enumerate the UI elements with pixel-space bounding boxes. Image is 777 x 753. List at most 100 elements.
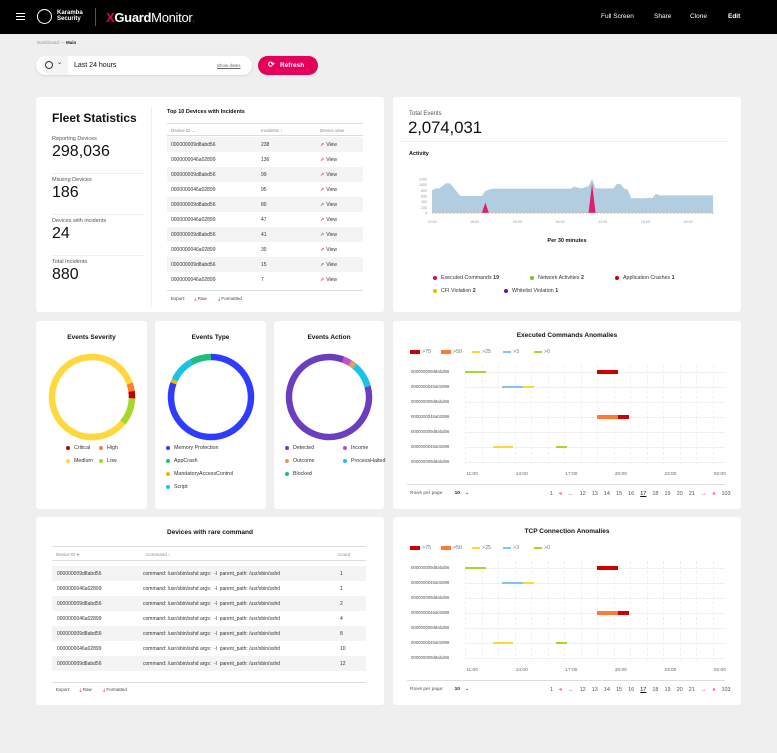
donut-slice-high[interactable] [44,349,140,445]
anomaly-bar[interactable] [492,446,514,448]
legend-item[interactable]: MandatoryAccessControl [166,471,233,477]
anomaly-bar[interactable] [597,415,618,419]
anomaly-bar[interactable] [465,371,486,373]
legend-item[interactable]: Low [99,458,117,464]
legend-item[interactable]: Script [166,484,188,490]
view-device-link[interactable]: ⇗ View [320,247,337,253]
column-device-id[interactable]: Device ID ▾ [56,552,79,558]
legend-item[interactable]: Application Crashes 1 [615,275,675,281]
legend-item[interactable]: High [99,445,118,451]
page-link[interactable]: 21 [689,687,695,693]
legend-item[interactable]: >75 [410,545,431,551]
legend-item[interactable]: Outcome [285,458,315,464]
menu-icon[interactable] [16,13,25,20]
legend-item[interactable]: >50 [441,545,462,551]
clone-button[interactable]: Clone [690,13,707,20]
view-device-link[interactable]: ⇗ View [320,157,337,163]
donut-slice-script[interactable] [163,349,259,445]
page-link[interactable]: 15 [616,687,622,693]
export-raw-link[interactable]: ⤓ Raw [195,296,207,301]
legend-item[interactable]: Detected [285,445,314,451]
page-link[interactable]: 20 [677,491,683,497]
view-device-link[interactable]: ⇗ View [320,187,337,193]
legend-item[interactable]: >25 [472,545,491,551]
full-screen-button[interactable]: Full Screen [601,13,634,20]
legend-item[interactable]: Medium [66,458,93,464]
page-link[interactable]: 16 [628,491,634,497]
anomaly-bar[interactable] [597,566,618,570]
anomaly-bar[interactable] [492,642,514,644]
donut-slice-detected[interactable] [281,349,377,445]
view-device-link[interactable]: ⇗ View [320,277,337,283]
legend-item[interactable]: Executed Commands 19 [433,275,499,281]
page-link[interactable]: 1 [550,491,553,497]
legend-item[interactable]: Network Activities 2 [530,275,584,281]
column-incidents[interactable]: Incidents ↕ [261,128,283,133]
anomaly-bar[interactable] [555,446,567,448]
anomaly-bar[interactable] [522,386,534,388]
page-link[interactable]: 17 [640,491,646,497]
export-formatted-link[interactable]: ⤓ Formatted [218,296,242,301]
column-command[interactable]: Command ↕ [146,552,170,557]
donut-slice-appcrash[interactable] [163,349,259,445]
anomaly-bar[interactable] [597,370,618,374]
anomaly-bar[interactable] [555,642,567,644]
page-link[interactable]: 13 [592,687,598,693]
legend-item[interactable]: Blocked [285,471,312,477]
page-link[interactable]: 18 [652,491,658,497]
page-link[interactable]: 14 [604,687,610,693]
anomaly-bar[interactable] [597,611,618,615]
donut-slice-income[interactable] [281,349,377,445]
donut-slice-outcome[interactable] [281,349,377,445]
page-link[interactable]: 103 [721,687,730,693]
view-device-link[interactable]: ⇗ View [320,217,337,223]
page-nav-icon[interactable]: « [559,491,562,497]
view-device-link[interactable]: ⇗ View [320,232,337,238]
share-button[interactable]: Share [654,13,671,20]
export-raw-link[interactable]: ⤓ Raw [80,687,92,692]
legend-item[interactable]: >75 [410,349,431,355]
anomaly-bar[interactable] [522,582,534,584]
page-nav-icon[interactable]: ← [568,687,574,693]
donut-slice-mandatoryaccesscontrol[interactable] [163,349,259,445]
rows-per-page-select[interactable]: 10 ⌄ [452,491,472,496]
page-link[interactable]: 20 [677,687,683,693]
page-link[interactable]: 1 [550,687,553,693]
legend-item[interactable]: AppCrash [166,458,198,464]
anomaly-bar[interactable] [502,386,523,388]
donut-slice-medium[interactable] [44,349,140,445]
refresh-button[interactable]: ⟳ Refresh [258,56,318,75]
anomaly-bar[interactable] [465,567,486,569]
anomaly-bar[interactable] [617,415,629,419]
legend-item[interactable]: >3 [503,349,519,355]
anomaly-bar[interactable] [617,611,629,615]
show-dates-link[interactable]: Show dates [217,63,241,68]
legend-item[interactable]: >25 [472,349,491,355]
page-nav-icon[interactable]: » [712,491,715,497]
page-nav-icon[interactable]: → [701,687,707,693]
view-device-link[interactable]: ⇗ View [320,172,337,178]
page-link[interactable]: 21 [689,491,695,497]
legend-item[interactable]: Whitelist Violation 1 [504,288,558,294]
rows-per-page-select[interactable]: 10 ⌄ [452,687,472,692]
donut-slice-processhalted[interactable] [281,349,377,445]
page-nav-icon[interactable]: » [712,687,715,693]
legend-item[interactable]: Critical [66,445,90,451]
legend-item[interactable]: ProcessHalted [343,458,385,464]
page-link[interactable]: 13 [592,491,598,497]
legend-item[interactable]: >3 [503,545,519,551]
page-nav-icon[interactable]: « [559,687,562,693]
legend-item[interactable]: Income [343,445,368,451]
legend-item[interactable]: >50 [441,349,462,355]
legend-item[interactable]: >0 [534,545,550,551]
page-link[interactable]: 19 [665,687,671,693]
page-link[interactable]: 14 [604,491,610,497]
page-link[interactable]: 15 [616,491,622,497]
page-link[interactable]: 12 [580,491,586,497]
export-formatted-link[interactable]: ⤓ Formatted [103,687,127,692]
time-range-picker[interactable]: ⌄ Last 24 hours Show dates [36,56,252,75]
legend-item[interactable]: Memory Protection [166,445,218,451]
view-device-link[interactable]: ⇗ View [320,262,337,268]
edit-button[interactable]: Edit [728,13,740,20]
page-link[interactable]: 17 [640,687,646,693]
